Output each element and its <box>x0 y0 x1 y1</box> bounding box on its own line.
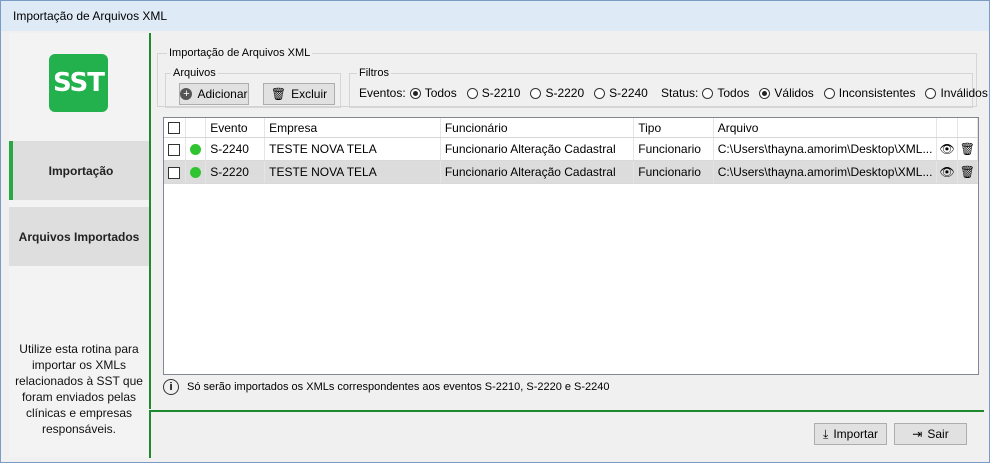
eye-icon[interactable]: 👁 <box>939 165 954 179</box>
download-icon: ⤓ <box>823 426 829 441</box>
status-cell <box>185 160 207 184</box>
eventos-radio-s2240[interactable] <box>594 87 606 99</box>
status-header <box>185 118 207 138</box>
column-header-evento[interactable]: Evento <box>205 118 266 138</box>
table-header-row: Evento Empresa Funcionário Tipo Arquivo <box>164 118 978 138</box>
main-panel: Importação de Arquivos XML Arquivos + Ad… <box>149 33 988 409</box>
title-bar: Importação de Arquivos XML <box>1 1 989 31</box>
add-button[interactable]: + Adicionar <box>179 83 249 105</box>
sidebar-help-text: Utilize esta rotina para importar os XML… <box>15 342 143 436</box>
row-checkbox-cell[interactable] <box>164 160 187 184</box>
import-button[interactable]: ⤓ Importar <box>814 423 887 445</box>
sidebar-item-importacao[interactable]: Importação <box>9 141 149 200</box>
exit-button[interactable]: ⇥ Sair <box>894 423 967 445</box>
files-table: Evento Empresa Funcionário Tipo Arquivo … <box>164 118 978 184</box>
status-option-label: Inválidos <box>940 86 988 100</box>
table-row[interactable]: S-2240 TESTE NOVA TELA Funcionario Alter… <box>164 137 978 161</box>
sidebar-item-arquivos-importados[interactable]: Arquivos Importados <box>9 207 149 266</box>
column-header-arquivo[interactable]: Arquivo <box>713 118 938 138</box>
eventos-radio-s2220[interactable] <box>530 87 542 99</box>
add-button-label: Adicionar <box>197 87 248 101</box>
arquivos-legend: Arquivos <box>171 67 218 79</box>
cell-tipo: Funcionario <box>633 137 714 161</box>
row-checkbox[interactable] <box>168 143 180 156</box>
info-icon: i <box>163 379 179 395</box>
status-dot-icon <box>190 144 202 156</box>
eventos-option-label: Todos <box>424 86 457 100</box>
status-filter: Status: Todos Válidos Inconsistentes Inv… <box>661 86 988 100</box>
column-header-funcionario[interactable]: Funcionário <box>440 118 635 138</box>
status-radio-invalidos[interactable] <box>925 87 937 99</box>
cell-arquivo: C:\Users\thayna.amorim\Desktop\XML... <box>713 160 938 184</box>
eventos-radio-todos[interactable] <box>409 87 421 99</box>
view-header <box>936 118 958 138</box>
row-checkbox-cell[interactable] <box>164 137 187 161</box>
sidebar-item-label: Importação <box>48 163 114 178</box>
files-grid: Evento Empresa Funcionário Tipo Arquivo … <box>163 117 979 375</box>
cell-funcionario: Funcionario Alteração Cadastral <box>440 160 635 184</box>
cell-arquivo: C:\Users\thayna.amorim\Desktop\XML... <box>713 137 938 161</box>
cell-empresa: TESTE NOVA TELA <box>264 160 441 184</box>
import-button-label: Importar <box>833 427 878 441</box>
trash-icon[interactable]: 🗑 <box>960 142 975 156</box>
select-all-header[interactable] <box>164 118 187 138</box>
import-group-title: Importação de Arquivos XML <box>167 47 313 59</box>
eventos-label: Eventos: <box>359 86 406 100</box>
eventos-option-label: S-2240 <box>609 86 648 100</box>
filtros-legend: Filtros <box>357 67 391 79</box>
column-header-empresa[interactable]: Empresa <box>264 118 441 138</box>
cell-tipo: Funcionario <box>633 160 714 184</box>
status-option-label: Inconsistentes <box>838 86 916 100</box>
eventos-radio-s2210[interactable] <box>466 87 478 99</box>
status-radio-todos[interactable] <box>702 87 714 99</box>
eventos-filter: Eventos: Todos S-2210 S-2220 S-2240 <box>359 86 648 100</box>
delete-cell[interactable]: 🗑 <box>957 137 978 161</box>
trash-icon: 🗑 <box>270 87 287 101</box>
column-header-tipo[interactable]: Tipo <box>633 118 714 138</box>
status-option-label: Todos <box>717 86 750 100</box>
row-checkbox[interactable] <box>168 166 180 179</box>
info-text: Só serão importados os XMLs corresponden… <box>187 381 610 393</box>
info-bar: i Só serão importados os XMLs correspond… <box>163 379 610 395</box>
status-radio-inconsistentes[interactable] <box>823 87 835 99</box>
delete-cell[interactable]: 🗑 <box>957 160 978 184</box>
status-label: Status: <box>661 86 699 100</box>
eye-icon[interactable]: 👁 <box>939 142 954 156</box>
delete-header <box>957 118 978 138</box>
eventos-option-label: S-2220 <box>545 86 585 100</box>
add-icon: + <box>180 88 193 100</box>
status-option-label: Válidos <box>774 86 814 100</box>
sidebar: SST Importação Arquivos Importados Utili… <box>9 33 149 457</box>
footer-bar: ⤓ Importar ⇥ Sair <box>149 410 984 458</box>
view-cell[interactable]: 👁 <box>936 137 958 161</box>
table-row[interactable]: S-2220 TESTE NOVA TELA Funcionario Alter… <box>164 160 978 184</box>
status-cell <box>185 137 207 161</box>
delete-button-label: Excluir <box>291 87 328 101</box>
cell-funcionario: Funcionario Alteração Cadastral <box>440 137 635 161</box>
status-dot-icon <box>190 167 202 179</box>
cell-empresa: TESTE NOVA TELA <box>264 137 441 161</box>
trash-icon[interactable]: 🗑 <box>960 165 975 179</box>
main-window: Importação de Arquivos XML SST Importaçã… <box>0 0 990 463</box>
eventos-option-label: S-2210 <box>481 86 521 100</box>
delete-button[interactable]: 🗑 Excluir <box>263 83 335 105</box>
cell-evento: S-2220 <box>205 160 266 184</box>
window-title: Importação de Arquivos XML <box>13 9 168 23</box>
sst-logo: SST <box>49 54 108 112</box>
exit-icon: ⇥ <box>912 427 923 441</box>
cell-evento: S-2240 <box>205 137 266 161</box>
select-all-checkbox[interactable] <box>168 122 180 135</box>
sidebar-item-label: Arquivos Importados <box>18 229 140 244</box>
status-radio-validos[interactable] <box>759 87 771 99</box>
exit-button-label: Sair <box>927 427 949 441</box>
view-cell[interactable]: 👁 <box>936 160 958 184</box>
